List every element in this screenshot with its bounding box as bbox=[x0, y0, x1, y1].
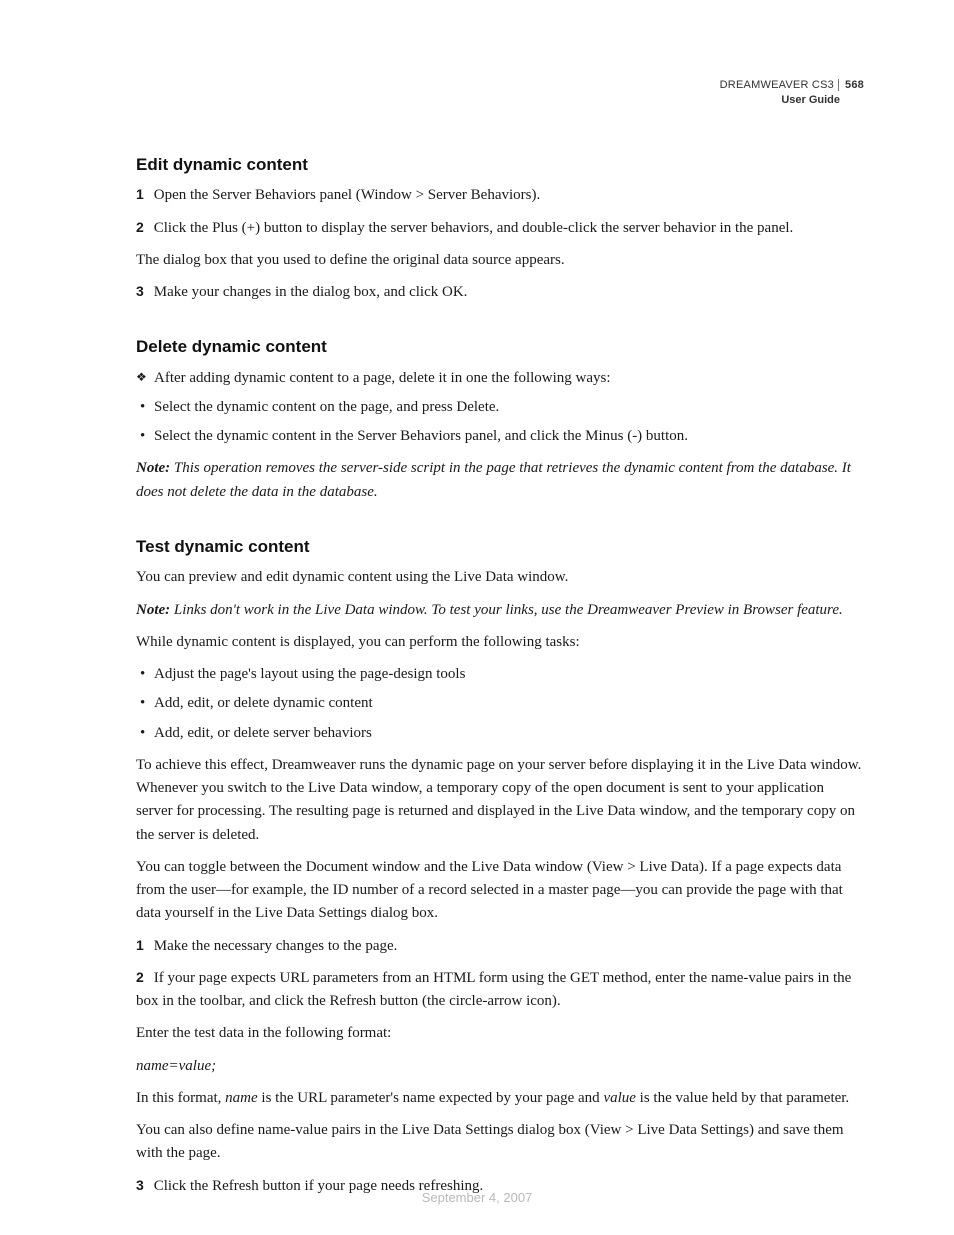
step-number: 2 bbox=[136, 217, 150, 239]
delete-note: Note: This operation removes the server-… bbox=[136, 457, 864, 504]
list-item: Add, edit, or delete dynamic content bbox=[136, 692, 864, 715]
edit-step3: Make your changes in the dialog box, and… bbox=[154, 284, 468, 300]
page-header: DREAMWEAVER CS3 568 User Guide bbox=[720, 78, 864, 108]
heading-test: Test dynamic content bbox=[136, 534, 864, 560]
list-item: Add, edit, or delete server behaviors bbox=[136, 722, 864, 745]
delete-bullets: Select the dynamic content on the page, … bbox=[136, 396, 864, 449]
note-body: Links don't work in the Live Data window… bbox=[170, 602, 843, 618]
edit-step2: Click the Plus (+) button to display the… bbox=[154, 220, 794, 236]
test-after-step2: Enter the test data in the following for… bbox=[136, 1022, 864, 1045]
test-tasks: Adjust the page's layout using the page-… bbox=[136, 663, 864, 745]
header-doc-title: User Guide bbox=[720, 93, 864, 108]
test-format: name=value; bbox=[136, 1055, 864, 1078]
test-intro: You can preview and edit dynamic content… bbox=[136, 566, 864, 589]
edit-step1: Open the Server Behaviors panel (Window … bbox=[154, 187, 541, 203]
test-step2: If your page expects URL parameters from… bbox=[136, 970, 851, 1009]
test-note: Note: Links don't work in the Live Data … bbox=[136, 599, 864, 622]
test-para3: You can also define name-value pairs in … bbox=[136, 1119, 864, 1166]
content: Edit dynamic content 1 Open the Server B… bbox=[136, 152, 864, 1198]
delete-lead: After adding dynamic content to a page, … bbox=[136, 367, 864, 390]
header-product: DREAMWEAVER CS3 bbox=[720, 79, 834, 91]
page-number: 568 bbox=[838, 79, 864, 91]
note-body: This operation removes the server-side s… bbox=[136, 460, 851, 499]
step-number: 1 bbox=[136, 935, 150, 957]
test-para1: To achieve this effect, Dreamweaver runs… bbox=[136, 754, 864, 847]
edit-after-step2: The dialog box that you used to define t… bbox=[136, 249, 864, 272]
heading-edit: Edit dynamic content bbox=[136, 152, 864, 178]
list-item: Adjust the page's layout using the page-… bbox=[136, 663, 864, 686]
test-tasks-lead: While dynamic content is displayed, you … bbox=[136, 631, 864, 654]
list-item: Select the dynamic content in the Server… bbox=[136, 425, 864, 448]
footer-date: September 4, 2007 bbox=[0, 1190, 954, 1205]
test-format-explain: In this format, name is the URL paramete… bbox=[136, 1087, 864, 1110]
test-step1: Make the necessary changes to the page. bbox=[154, 938, 398, 954]
list-item: Select the dynamic content on the page, … bbox=[136, 396, 864, 419]
step-number: 3 bbox=[136, 281, 150, 303]
note-label: Note: bbox=[136, 602, 170, 618]
step-number: 2 bbox=[136, 967, 150, 989]
step-number: 1 bbox=[136, 184, 150, 206]
heading-delete: Delete dynamic content bbox=[136, 334, 864, 360]
note-label: Note: bbox=[136, 460, 170, 476]
test-para2: You can toggle between the Document wind… bbox=[136, 856, 864, 926]
page: DREAMWEAVER CS3 568 User Guide Edit dynam… bbox=[0, 0, 954, 1235]
